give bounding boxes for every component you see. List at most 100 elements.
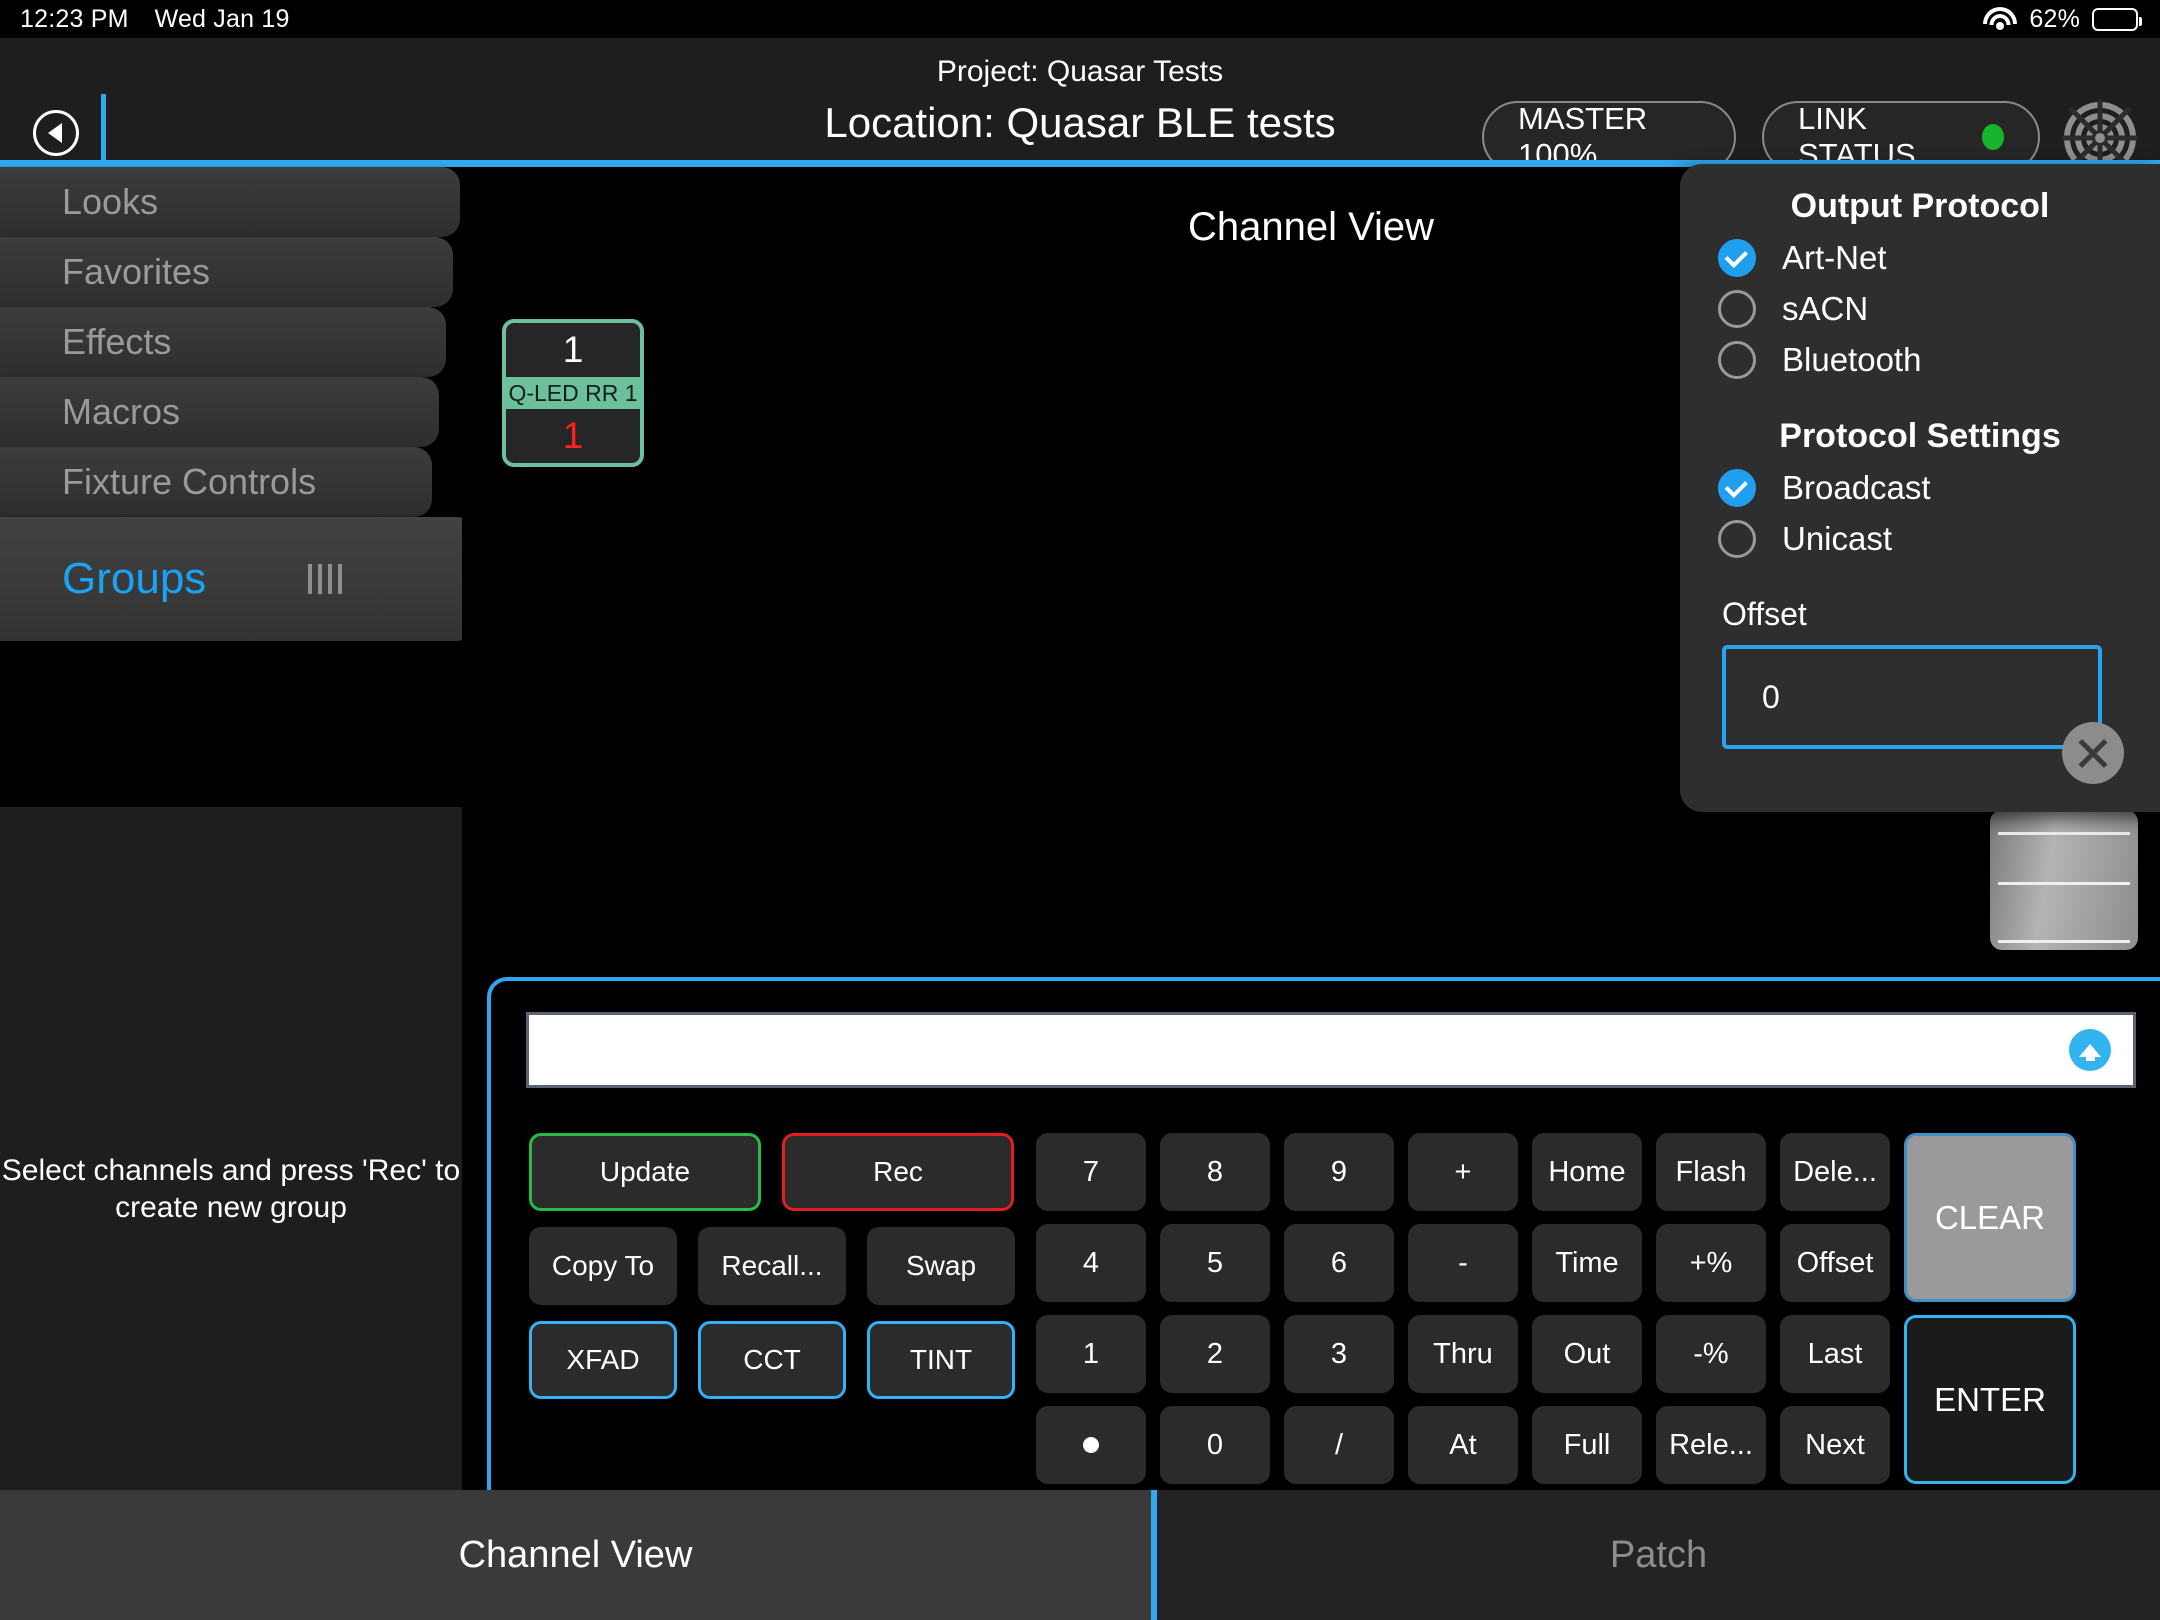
key-6[interactable]: 6 (1284, 1224, 1394, 1302)
enter-key[interactable]: ENTER (1904, 1315, 2076, 1484)
clear-key[interactable]: CLEAR (1904, 1133, 2076, 1302)
protocol-setting-broadcast[interactable]: Broadcast (1718, 469, 2160, 507)
wifi-icon (1983, 6, 2017, 32)
tab-label: Patch (1610, 1534, 1707, 1577)
fader-handle[interactable] (1990, 810, 2138, 950)
popover-title: Output Protocol (1680, 187, 2160, 226)
tab-channel-view[interactable]: Channel View (0, 1490, 1151, 1620)
key-[interactable]: - (1408, 1224, 1518, 1302)
key-9[interactable]: 9 (1284, 1133, 1394, 1211)
key-2[interactable]: 2 (1160, 1315, 1270, 1393)
update-button[interactable]: Update (529, 1133, 761, 1211)
tint-button[interactable]: TINT (867, 1321, 1015, 1399)
app-header: Project: Quasar Tests Location: Quasar B… (0, 38, 2160, 160)
offset-label: Offset (1722, 596, 2160, 633)
key-8[interactable]: 8 (1160, 1133, 1270, 1211)
sidebar-item-fixture-controls[interactable]: Fixture Controls (0, 447, 432, 517)
protocol-setting-label: Unicast (1782, 520, 1892, 558)
swap-button[interactable]: Swap (867, 1227, 1015, 1305)
send-up-arrow-icon[interactable] (2069, 1029, 2111, 1071)
key-last[interactable]: Last (1780, 1315, 1890, 1393)
key-1[interactable]: 1 (1036, 1315, 1146, 1393)
recall-button[interactable]: Recall... (698, 1227, 846, 1305)
key-flash[interactable]: Flash (1656, 1133, 1766, 1211)
sidebar-item-favorites[interactable]: Favorites (0, 237, 453, 307)
decimal-dot-icon (1083, 1437, 1099, 1453)
key-0[interactable]: 0 (1160, 1406, 1270, 1484)
sidebar: Looks Favorites Effects Macros Fixture C… (0, 167, 462, 1490)
sidebar-item-macros[interactable]: Macros (0, 377, 439, 447)
key-3[interactable]: 3 (1284, 1315, 1394, 1393)
protocol-option-label: sACN (1782, 290, 1868, 328)
protocol-setting-unicast[interactable]: Unicast (1718, 520, 2160, 558)
output-protocol-popover: Output Protocol Art-Net sACN Bluetooth P… (1680, 164, 2160, 812)
key-out[interactable]: Out (1532, 1315, 1642, 1393)
sidebar-item-effects[interactable]: Effects (0, 307, 446, 377)
command-input[interactable] (526, 1012, 2136, 1088)
sidebar-item-label: Effects (62, 321, 171, 363)
function-button-label: Update (600, 1156, 690, 1188)
status-time: 12:23 PM (20, 5, 129, 34)
battery-icon (2092, 8, 2138, 31)
sidebar-item-label: Macros (62, 391, 180, 433)
channel-value: 1 (506, 409, 640, 463)
key-5[interactable]: 5 (1160, 1224, 1270, 1302)
function-button-label: Rec (873, 1156, 923, 1188)
protocol-option-label: Art-Net (1782, 239, 1887, 277)
channel-tile[interactable]: 1 Q-LED RR 1 1 (502, 319, 644, 467)
key-[interactable]: +% (1656, 1224, 1766, 1302)
key-decimal[interactable] (1036, 1406, 1146, 1484)
drag-grip-icon[interactable] (308, 564, 342, 594)
channel-name: Q-LED RR 1 (506, 377, 640, 409)
protocol-option-label: Bluetooth (1782, 341, 1921, 379)
cct-button[interactable]: CCT (698, 1321, 846, 1399)
sidebar-item-label: Groups (62, 554, 206, 604)
copy-to-button[interactable]: Copy To (529, 1227, 677, 1305)
project-label: Project: Quasar Tests (0, 48, 2160, 96)
tab-label: Channel View (459, 1534, 693, 1577)
battery-percent: 62% (2029, 5, 2080, 34)
xfad-button[interactable]: XFAD (529, 1321, 677, 1399)
sidebar-item-label: Looks (62, 181, 158, 223)
channel-number: 1 (506, 323, 640, 377)
radio-checked-icon (1718, 469, 1756, 507)
offset-input[interactable]: 0 (1722, 645, 2102, 749)
key-offset[interactable]: Offset (1780, 1224, 1890, 1302)
tab-patch[interactable]: Patch (1157, 1490, 2160, 1620)
key-[interactable]: -% (1656, 1315, 1766, 1393)
key-rele[interactable]: Rele... (1656, 1406, 1766, 1484)
key-thru[interactable]: Thru (1408, 1315, 1518, 1393)
key-[interactable]: / (1284, 1406, 1394, 1484)
key-time[interactable]: Time (1532, 1224, 1642, 1302)
sidebar-body (0, 807, 462, 1490)
status-bar: 12:23 PM Wed Jan 19 62% (0, 0, 2160, 38)
keypad: 789+HomeFlashDele... 456-Time+%Offset 123T… (1036, 1133, 2076, 1484)
radio-icon (1718, 341, 1756, 379)
protocol-option-bluetooth[interactable]: Bluetooth (1718, 341, 2160, 379)
bottom-tab-bar: Channel View Patch (0, 1490, 2160, 1620)
close-icon[interactable] (2062, 722, 2124, 784)
function-button-label: Copy To (552, 1250, 654, 1282)
sidebar-item-label: Fixture Controls (62, 461, 316, 503)
status-date: Wed Jan 19 (155, 5, 290, 34)
key-next[interactable]: Next (1780, 1406, 1890, 1484)
key-7[interactable]: 7 (1036, 1133, 1146, 1211)
radio-checked-icon (1718, 239, 1756, 277)
function-button-label: Swap (906, 1250, 976, 1282)
key-full[interactable]: Full (1532, 1406, 1642, 1484)
key-4[interactable]: 4 (1036, 1224, 1146, 1302)
radio-icon (1718, 520, 1756, 558)
protocol-settings-title: Protocol Settings (1680, 417, 2160, 456)
key-dele[interactable]: Dele... (1780, 1133, 1890, 1211)
protocol-option-art-net[interactable]: Art-Net (1718, 239, 2160, 277)
sidebar-hint: Select channels and press 'Rec' to creat… (0, 1152, 462, 1226)
key-[interactable]: + (1408, 1133, 1518, 1211)
rec-button[interactable]: Rec (782, 1133, 1014, 1211)
function-button-label: CCT (743, 1344, 801, 1376)
sidebar-item-groups[interactable]: Groups (0, 517, 478, 641)
sidebar-item-looks[interactable]: Looks (0, 167, 460, 237)
key-home[interactable]: Home (1532, 1133, 1642, 1211)
key-at[interactable]: At (1408, 1406, 1518, 1484)
function-button-label: Recall... (721, 1250, 822, 1282)
protocol-option-sacn[interactable]: sACN (1718, 290, 2160, 328)
